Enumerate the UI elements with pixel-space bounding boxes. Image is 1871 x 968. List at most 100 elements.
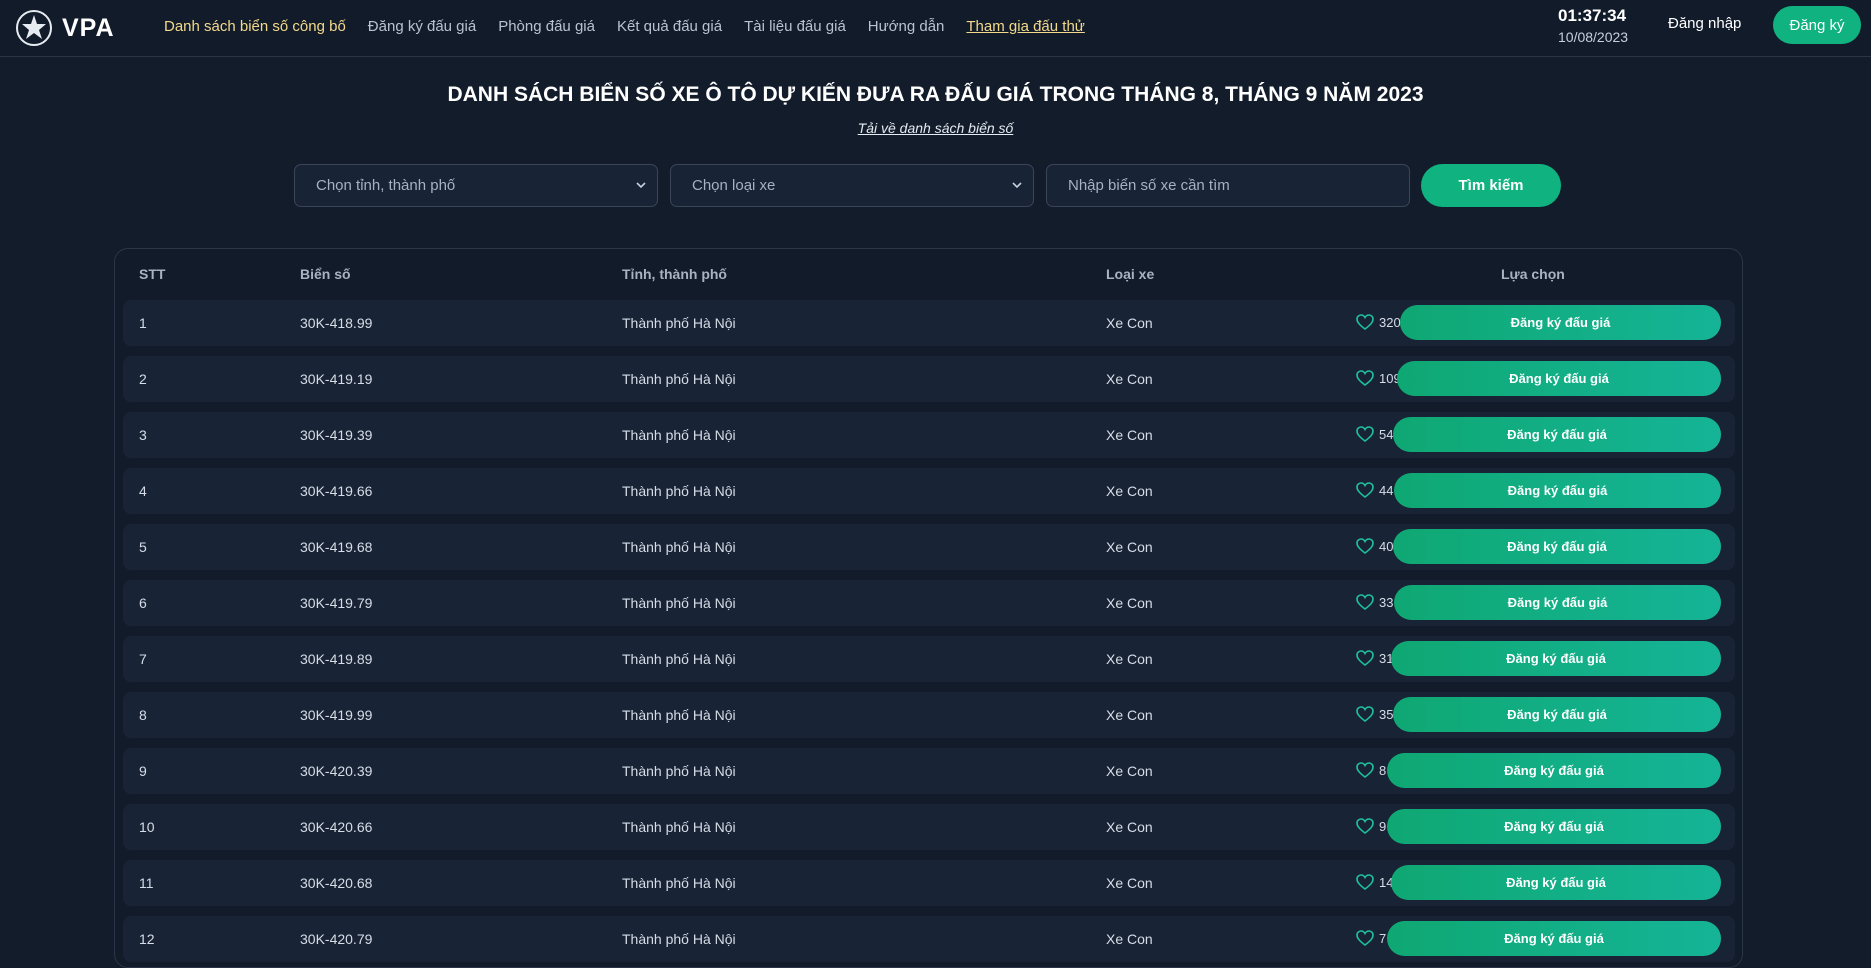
search-button[interactable]: Tìm kiếm <box>1421 164 1561 207</box>
cell-province: Thành phố Hà Nội <box>622 483 736 499</box>
vehicle-type-select-value: Chọn loại xe <box>692 177 776 194</box>
cell-vehicle: Xe Con <box>1106 819 1153 835</box>
cell-stt: 10 <box>139 819 155 835</box>
cell-stt: 4 <box>139 483 147 499</box>
plate-search-input[interactable]: Nhập biển số xe cần tìm <box>1046 164 1410 207</box>
register-auction-button[interactable]: Đăng ký đấu giá <box>1394 585 1721 620</box>
nav-item-trial-auction[interactable]: Tham gia đấu thử <box>966 18 1084 35</box>
cell-vehicle: Xe Con <box>1106 707 1153 723</box>
province-select[interactable]: Chọn tỉnh, thành phố <box>294 164 658 207</box>
heart-icon[interactable] <box>1355 537 1375 555</box>
cell-province: Thành phố Hà Nội <box>622 651 736 667</box>
register-auction-button[interactable]: Đăng ký đấu giá <box>1394 473 1721 508</box>
cell-stt: 1 <box>139 315 147 331</box>
register-auction-button[interactable]: Đăng ký đấu giá <box>1393 697 1721 732</box>
nav-item-published-plates[interactable]: Danh sách biển số công bố <box>164 18 346 35</box>
cell-vehicle: Xe Con <box>1106 651 1153 667</box>
cell-stt: 9 <box>139 763 147 779</box>
clock-time: 01:37:34 <box>1558 6 1627 25</box>
register-auction-button[interactable]: Đăng ký đấu giá <box>1391 865 1721 900</box>
register-auction-button[interactable]: Đăng ký đấu giá <box>1391 641 1721 676</box>
heart-icon[interactable] <box>1355 817 1375 835</box>
heart-icon[interactable] <box>1355 705 1375 723</box>
table-header: STT Biển số Tỉnh, thành phố Loại xe Lựa … <box>115 249 1742 299</box>
cell-stt: 5 <box>139 539 147 555</box>
heart-icon[interactable] <box>1355 929 1375 947</box>
cell-plate: 30K-419.89 <box>300 651 373 667</box>
cell-province: Thành phố Hà Nội <box>622 595 736 611</box>
plates-table: STT Biển số Tỉnh, thành phố Loại xe Lựa … <box>114 248 1743 968</box>
cell-plate: 30K-419.66 <box>300 483 373 499</box>
cell-province: Thành phố Hà Nội <box>622 427 736 443</box>
cell-province: Thành phố Hà Nội <box>622 315 736 331</box>
cell-plate: 30K-420.79 <box>300 931 373 947</box>
like-count: 33 <box>1379 595 1394 610</box>
nav-item-auction-documents[interactable]: Tài liệu đấu giá <box>744 18 846 35</box>
cell-vehicle: Xe Con <box>1106 427 1153 443</box>
cell-stt: 11 <box>139 875 154 891</box>
clock: 01:37:34 10/08/2023 <box>1558 6 1678 48</box>
table-row: 10 30K-420.66 Thành phố Hà Nội Xe Con 9 Đăng … <box>123 804 1735 850</box>
cell-province: Thành phố Hà Nội <box>622 931 736 947</box>
top-navigation-bar: VPA Danh sách biển số công bố Đăng ký đấ… <box>0 0 1871 57</box>
table-row: 6 30K-419.79 Thành phố Hà Nội Xe Con 33 Đăng … <box>123 580 1735 626</box>
like-count: 44 <box>1379 483 1394 498</box>
nav-item-guide[interactable]: Hướng dẫn <box>868 18 945 35</box>
cell-plate: 30K-420.66 <box>300 819 373 835</box>
like-count: 54 <box>1379 427 1394 442</box>
cell-plate: 30K-420.68 <box>300 875 373 891</box>
cell-vehicle: Xe Con <box>1106 763 1153 779</box>
page-title: DANH SÁCH BIỂN SỐ XE Ô TÔ DỰ KIẾN ĐƯA RA… <box>447 83 1424 106</box>
register-auction-button[interactable]: Đăng ký đấu giá <box>1387 921 1721 956</box>
nav-item-auction-results[interactable]: Kết quả đấu giá <box>617 18 722 35</box>
heart-icon[interactable] <box>1355 649 1375 667</box>
heart-icon[interactable] <box>1355 481 1375 499</box>
table-row: 5 30K-419.68 Thành phố Hà Nội Xe Con 40 Đăng … <box>123 524 1735 570</box>
cell-province: Thành phố Hà Nội <box>622 875 736 891</box>
cell-plate: 30K-419.39 <box>300 427 373 443</box>
signup-button[interactable]: Đăng ký <box>1773 6 1861 44</box>
download-list-link: Tải về danh sách biển số <box>0 120 1871 136</box>
province-select-value: Chọn tỉnh, thành phố <box>316 177 456 194</box>
register-auction-button[interactable]: Đăng ký đấu giá <box>1387 809 1721 844</box>
heart-icon[interactable] <box>1355 873 1375 891</box>
heart-icon[interactable] <box>1355 313 1375 331</box>
register-auction-button[interactable]: Đăng ký đấu giá <box>1393 529 1721 564</box>
register-auction-button[interactable]: Đăng ký đấu giá <box>1393 417 1721 452</box>
heart-icon[interactable] <box>1355 425 1375 443</box>
cell-plate: 30K-419.19 <box>300 371 373 387</box>
cell-plate: 30K-419.68 <box>300 539 373 555</box>
cell-vehicle: Xe Con <box>1106 539 1153 555</box>
download-list-link-text[interactable]: Tải về danh sách biển số <box>858 120 1014 136</box>
cell-province: Thành phố Hà Nội <box>622 539 736 555</box>
register-auction-button[interactable]: Đăng ký đấu giá <box>1400 305 1721 340</box>
cell-vehicle: Xe Con <box>1106 371 1153 387</box>
heart-icon[interactable] <box>1355 593 1375 611</box>
table-row: 12 30K-420.79 Thành phố Hà Nội Xe Con 7 Đăng … <box>123 916 1735 962</box>
header-action: Lựa chọn <box>1501 266 1565 282</box>
table-row: 9 30K-420.39 Thành phố Hà Nội Xe Con 8 Đăng k… <box>123 748 1735 794</box>
logo[interactable]: VPA <box>14 6 115 50</box>
clock-date: 10/08/2023 <box>1558 29 1629 45</box>
register-auction-button[interactable]: Đăng ký đấu giá <box>1397 361 1721 396</box>
cell-province: Thành phố Hà Nội <box>622 763 736 779</box>
plate-search-placeholder: Nhập biển số xe cần tìm <box>1068 177 1230 194</box>
register-auction-button[interactable]: Đăng ký đấu giá <box>1387 753 1721 788</box>
table-row: 1 30K-418.99 Thành phố Hà Nội Xe Con 320 Đăng… <box>123 300 1735 346</box>
cell-vehicle: Xe Con <box>1106 315 1153 331</box>
table-row: 4 30K-419.66 Thành phố Hà Nội Xe Con 44 Đăng … <box>123 468 1735 514</box>
vehicle-type-select[interactable]: Chọn loại xe <box>670 164 1034 207</box>
cell-plate: 30K-419.99 <box>300 707 373 723</box>
cell-vehicle: Xe Con <box>1106 875 1153 891</box>
heart-icon[interactable] <box>1355 369 1375 387</box>
like-count: 40 <box>1379 539 1394 554</box>
header-stt: STT <box>139 266 166 282</box>
like-count: 7 <box>1379 931 1387 946</box>
cell-plate: 30K-420.39 <box>300 763 373 779</box>
nav-item-register-auction[interactable]: Đăng ký đấu giá <box>368 18 476 35</box>
login-link[interactable]: Đăng nhập <box>1668 15 1741 32</box>
cell-province: Thành phố Hà Nội <box>622 707 736 723</box>
heart-icon[interactable] <box>1355 761 1375 779</box>
nav-item-auction-room[interactable]: Phòng đấu giá <box>498 18 595 35</box>
cell-stt: 7 <box>139 651 147 667</box>
